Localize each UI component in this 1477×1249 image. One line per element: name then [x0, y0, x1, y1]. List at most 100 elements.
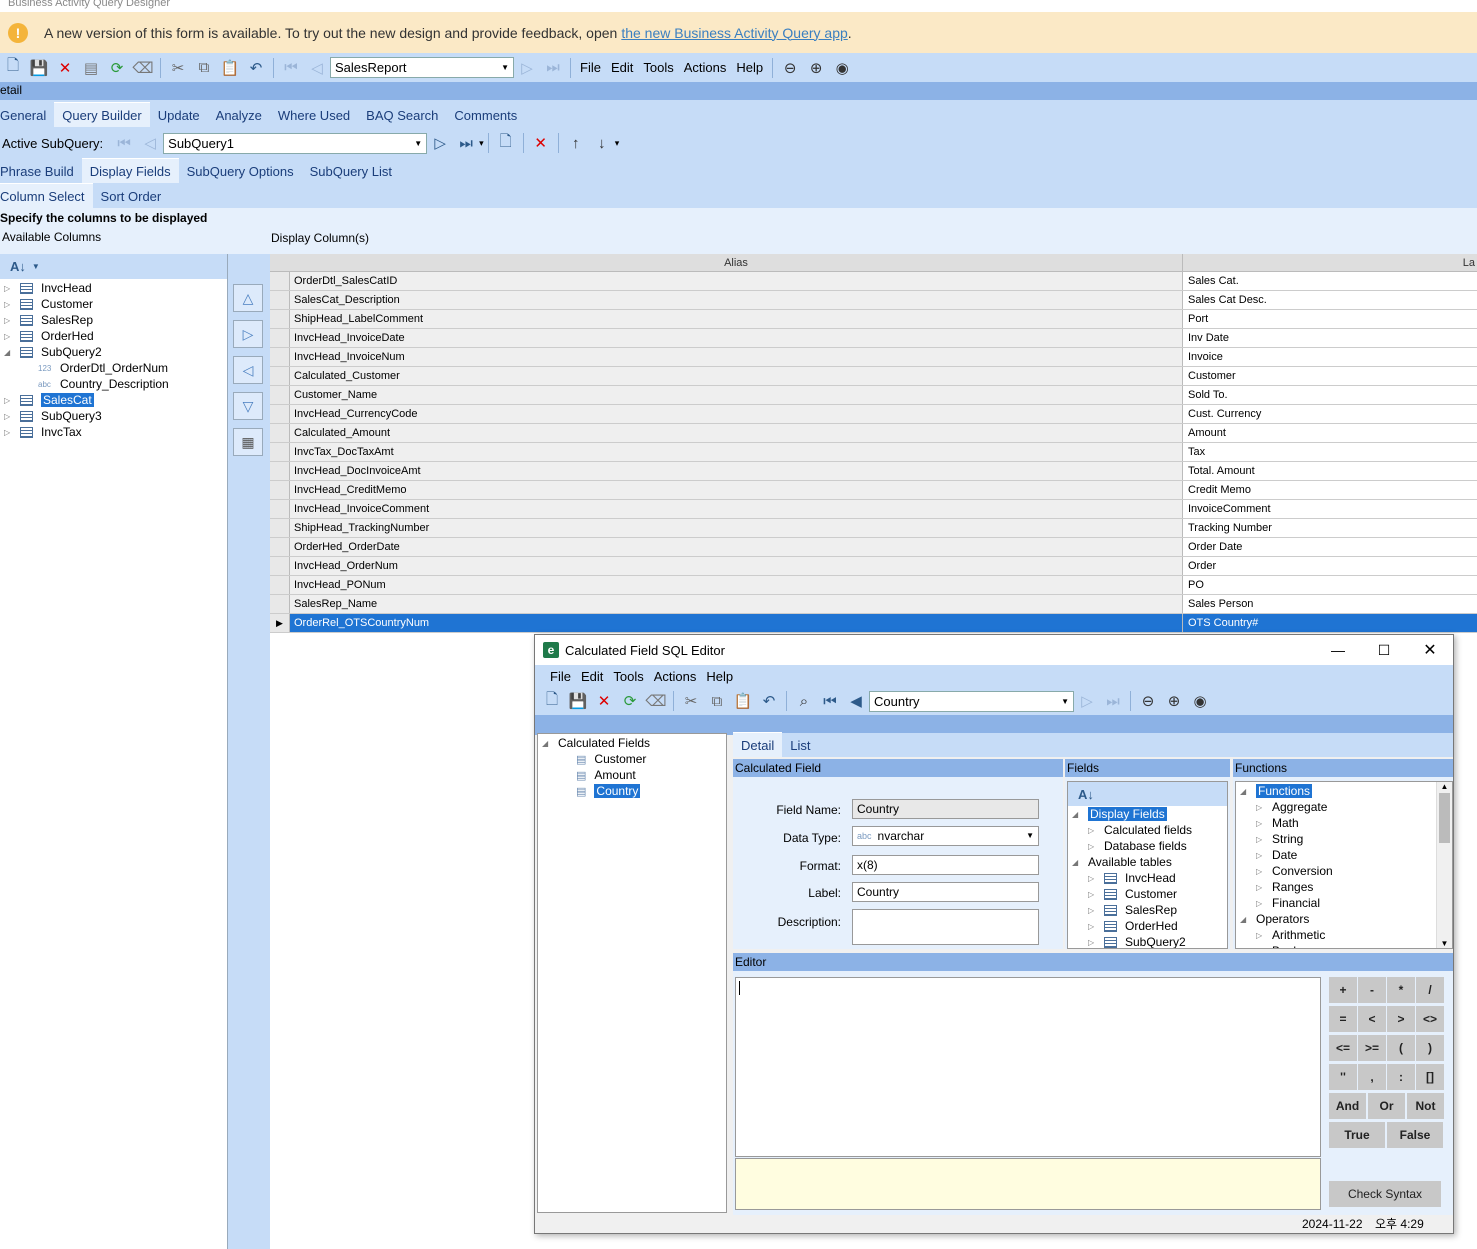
- collapsed-icon[interactable]: ▷: [1256, 867, 1266, 876]
- description-input[interactable]: [852, 909, 1039, 945]
- refresh-icon[interactable]: ⟳: [104, 57, 130, 79]
- truth-key-button[interactable]: False: [1387, 1122, 1443, 1148]
- label-cell[interactable]: PO: [1183, 576, 1477, 594]
- prev-record-icon[interactable]: ◀: [843, 690, 869, 712]
- tree-item[interactable]: ◢ Functions: [1236, 783, 1452, 799]
- alias-cell[interactable]: Calculated_Customer: [290, 367, 1183, 385]
- alias-cell[interactable]: Calculated_Amount: [290, 424, 1183, 442]
- collapsed-icon[interactable]: ▷: [1256, 803, 1266, 812]
- calc-key-button[interactable]: ): [1416, 1035, 1444, 1061]
- row-selector[interactable]: [270, 329, 290, 347]
- cut-icon[interactable]: ✂: [165, 57, 191, 79]
- table-row[interactable]: OrderHed_OrderDate Order Date: [270, 538, 1477, 557]
- report-combo[interactable]: SalesReport ▼: [330, 57, 514, 78]
- remove-column-button[interactable]: ◁: [233, 356, 263, 384]
- bool-key-button[interactable]: Or: [1368, 1093, 1405, 1119]
- tree-item[interactable]: ▷ Customer: [1068, 886, 1227, 902]
- collapsed-icon[interactable]: ▷: [4, 316, 14, 325]
- tree-item[interactable]: ◢ Operators: [1236, 911, 1452, 927]
- tree-item[interactable]: ▷ Financial: [1236, 895, 1452, 911]
- row-selector[interactable]: [270, 310, 290, 328]
- row-selector[interactable]: ▶: [270, 614, 290, 632]
- maximize-icon[interactable]: ☐: [1361, 642, 1407, 659]
- close-icon[interactable]: ✕: [1407, 640, 1453, 660]
- tree-item[interactable]: ▷ SubQuery3: [0, 408, 227, 424]
- calc-field-item[interactable]: ▤ Country: [538, 783, 726, 799]
- bool-key-button[interactable]: And: [1329, 1093, 1366, 1119]
- table-row[interactable]: InvcTax_DocTaxAmt Tax: [270, 443, 1477, 462]
- table-row[interactable]: ShipHead_TrackingNumber Tracking Number: [270, 519, 1477, 538]
- truth-key-button[interactable]: True: [1329, 1122, 1385, 1148]
- table-row[interactable]: Customer_Name Sold To.: [270, 386, 1477, 405]
- row-selector[interactable]: [270, 386, 290, 404]
- label-cell[interactable]: Total. Amount: [1183, 462, 1477, 480]
- calc-key-button[interactable]: <>: [1416, 1006, 1444, 1032]
- row-selector[interactable]: [270, 595, 290, 613]
- field-name-input[interactable]: Country: [852, 799, 1039, 819]
- cut-icon[interactable]: ✂: [678, 690, 704, 712]
- next-record-icon[interactable]: ▷: [514, 57, 540, 79]
- scroll-thumb[interactable]: [1439, 793, 1450, 843]
- tree-item[interactable]: ◢ Display Fields: [1068, 806, 1227, 822]
- collapsed-icon[interactable]: ▷: [1256, 819, 1266, 828]
- label-header[interactable]: La: [1183, 254, 1477, 271]
- label-cell[interactable]: Credit Memo: [1183, 481, 1477, 499]
- label-cell[interactable]: Order Date: [1183, 538, 1477, 556]
- menu-file[interactable]: File: [580, 60, 601, 75]
- label-cell[interactable]: Order: [1183, 557, 1477, 575]
- copy-icon[interactable]: ⧉: [191, 57, 217, 79]
- alias-cell[interactable]: InvcHead_CreditMemo: [290, 481, 1183, 499]
- calc-field-combo[interactable]: Country ▼: [869, 690, 1074, 712]
- delete-icon[interactable]: ✕: [591, 690, 617, 712]
- row-selector[interactable]: [270, 443, 290, 461]
- forward-icon[interactable]: ⊕: [1161, 690, 1187, 712]
- tab-phrase-build[interactable]: Phrase Build: [0, 164, 82, 183]
- overflow-icon[interactable]: ▾: [479, 138, 484, 149]
- alias-cell[interactable]: InvcHead_CurrencyCode: [290, 405, 1183, 423]
- expanded-icon[interactable]: ◢: [1240, 915, 1250, 924]
- collapsed-icon[interactable]: ▷: [1088, 842, 1098, 851]
- tab-query-builder[interactable]: Query Builder: [54, 102, 150, 127]
- move-up-button[interactable]: △: [233, 284, 263, 312]
- subquery-combo[interactable]: SubQuery1 ▼: [163, 132, 428, 154]
- calculator-icon[interactable]: ▦: [233, 428, 263, 456]
- collapsed-icon[interactable]: ▷: [4, 300, 14, 309]
- calc-key-button[interactable]: *: [1387, 977, 1415, 1003]
- forward-icon[interactable]: ⊕: [803, 57, 829, 79]
- alias-cell[interactable]: InvcHead_InvoiceNum: [290, 348, 1183, 366]
- collapsed-icon[interactable]: ▷: [1256, 931, 1266, 940]
- label-cell[interactable]: Sold To.: [1183, 386, 1477, 404]
- collapsed-icon[interactable]: ▷: [1088, 874, 1098, 883]
- sort-az-icon[interactable]: A↓ ▼: [0, 254, 227, 279]
- calc-key-button[interactable]: -: [1358, 977, 1386, 1003]
- check-syntax-button[interactable]: Check Syntax: [1329, 1181, 1441, 1207]
- alias-cell[interactable]: ShipHead_TrackingNumber: [290, 519, 1183, 537]
- menu-tools[interactable]: Tools: [643, 60, 673, 75]
- alias-cell[interactable]: InvcTax_DocTaxAmt: [290, 443, 1183, 461]
- tree-item[interactable]: ▷ InvcHead: [1068, 870, 1227, 886]
- home-icon[interactable]: ◉: [829, 57, 855, 79]
- collapsed-icon[interactable]: ▷: [1088, 906, 1098, 915]
- new-icon[interactable]: 🗋: [0, 57, 26, 79]
- tree-item[interactable]: ◢ Available tables: [1068, 854, 1227, 870]
- calc-key-button[interactable]: +: [1329, 977, 1357, 1003]
- tab-baq-search[interactable]: BAQ Search: [358, 108, 446, 127]
- collapsed-icon[interactable]: ▷: [1088, 938, 1098, 947]
- label-cell[interactable]: Tracking Number: [1183, 519, 1477, 537]
- add-column-button[interactable]: ▷: [233, 320, 263, 348]
- collapsed-icon[interactable]: ▷: [4, 332, 14, 341]
- collapsed-icon[interactable]: ▷: [4, 284, 14, 293]
- last-subquery-icon[interactable]: ⏭: [453, 132, 479, 154]
- tab-subquery-list[interactable]: SubQuery List: [302, 164, 400, 183]
- tree-item[interactable]: ▷ Conversion: [1236, 863, 1452, 879]
- table-row[interactable]: InvcHead_DocInvoiceAmt Total. Amount: [270, 462, 1477, 481]
- collapsed-icon[interactable]: ▷: [1256, 899, 1266, 908]
- table-row[interactable]: InvcHead_InvoiceNum Invoice: [270, 348, 1477, 367]
- row-selector[interactable]: [270, 291, 290, 309]
- undo-icon[interactable]: ↶: [756, 690, 782, 712]
- expanded-icon[interactable]: ◢: [1240, 787, 1250, 796]
- last-record-icon[interactable]: ⏭: [1100, 690, 1126, 712]
- tree-item[interactable]: ▷ Aggregate: [1236, 799, 1452, 815]
- label-cell[interactable]: Customer: [1183, 367, 1477, 385]
- tab-update[interactable]: Update: [150, 108, 208, 127]
